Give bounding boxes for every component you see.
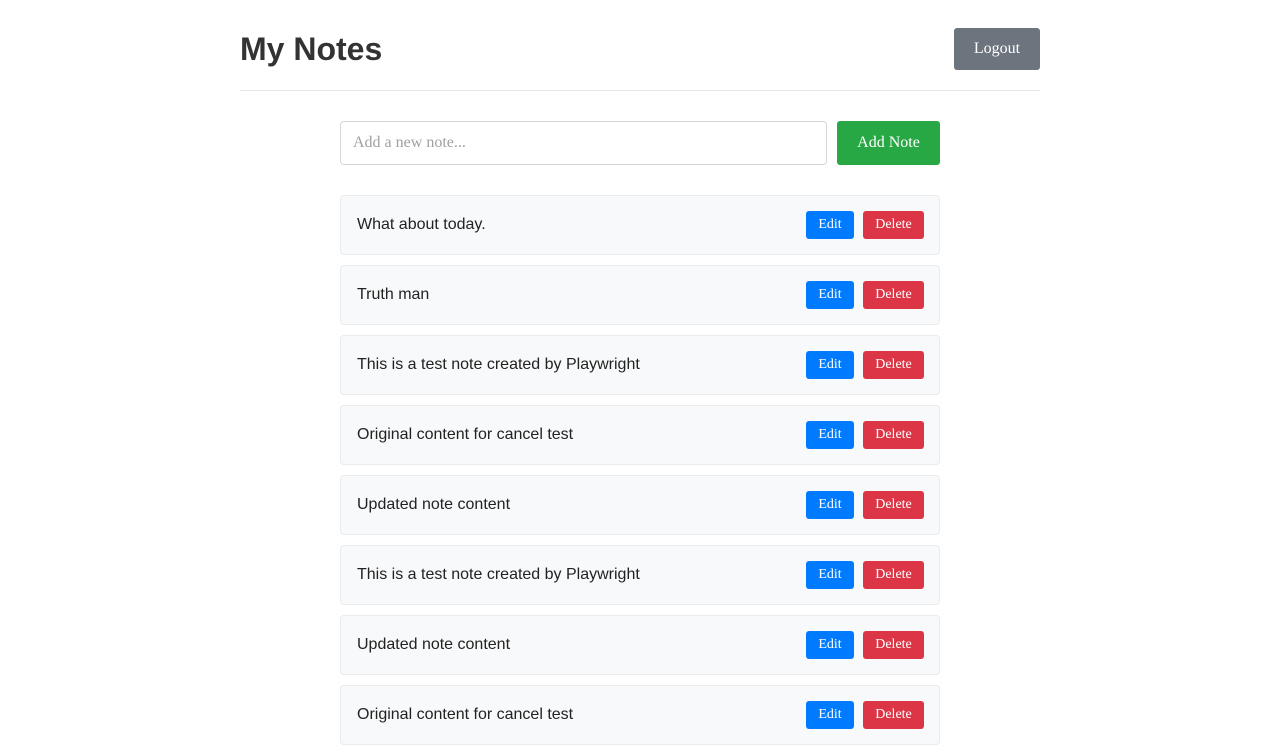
delete-note-button[interactable]: Delete: [863, 281, 924, 309]
delete-note-button[interactable]: Delete: [863, 421, 924, 449]
note-text: Updated note content: [357, 636, 511, 653]
note-item: What about today. Edit Delete: [340, 195, 940, 255]
add-note-form: Add Note: [340, 121, 940, 165]
add-note-button[interactable]: Add Note: [837, 121, 940, 165]
note-item: Original content for cancel test Edit De…: [340, 685, 940, 745]
edit-note-button[interactable]: Edit: [806, 351, 854, 379]
logout-button[interactable]: Logout: [954, 28, 1040, 70]
edit-note-button[interactable]: Edit: [806, 561, 854, 589]
note-item: This is a test note created by Playwrigh…: [340, 545, 940, 605]
edit-note-button[interactable]: Edit: [806, 491, 854, 519]
delete-note-button[interactable]: Delete: [863, 351, 924, 379]
delete-note-button[interactable]: Delete: [863, 491, 924, 519]
edit-note-button[interactable]: Edit: [806, 211, 854, 239]
edit-note-button[interactable]: Edit: [806, 631, 854, 659]
note-item: Original content for cancel test Edit De…: [340, 405, 940, 465]
note-text: Original content for cancel test: [357, 706, 574, 723]
note-item: Updated note content Edit Delete: [340, 475, 940, 535]
note-text: This is a test note created by Playwrigh…: [357, 356, 640, 373]
edit-note-button[interactable]: Edit: [806, 701, 854, 729]
note-text: Truth man: [357, 286, 430, 303]
edit-note-button[interactable]: Edit: [806, 421, 854, 449]
note-text: This is a test note created by Playwrigh…: [357, 566, 640, 583]
note-text: What about today.: [357, 216, 486, 233]
delete-note-button[interactable]: Delete: [863, 701, 924, 729]
delete-note-button[interactable]: Delete: [863, 211, 924, 239]
note-text: Original content for cancel test: [357, 426, 574, 443]
notes-list: What about today. Edit Delete Truth man …: [340, 195, 940, 755]
delete-note-button[interactable]: Delete: [863, 561, 924, 589]
page-header: My Notes Logout: [240, 0, 1040, 91]
note-item: This is a test note created by Playwrigh…: [340, 335, 940, 395]
new-note-input[interactable]: [340, 121, 827, 165]
delete-note-button[interactable]: Delete: [863, 631, 924, 659]
page-title: My Notes: [240, 31, 383, 67]
note-item: Updated note content Edit Delete: [340, 615, 940, 675]
note-text: Updated note content: [357, 496, 511, 513]
note-item: Truth man Edit Delete: [340, 265, 940, 325]
edit-note-button[interactable]: Edit: [806, 281, 854, 309]
